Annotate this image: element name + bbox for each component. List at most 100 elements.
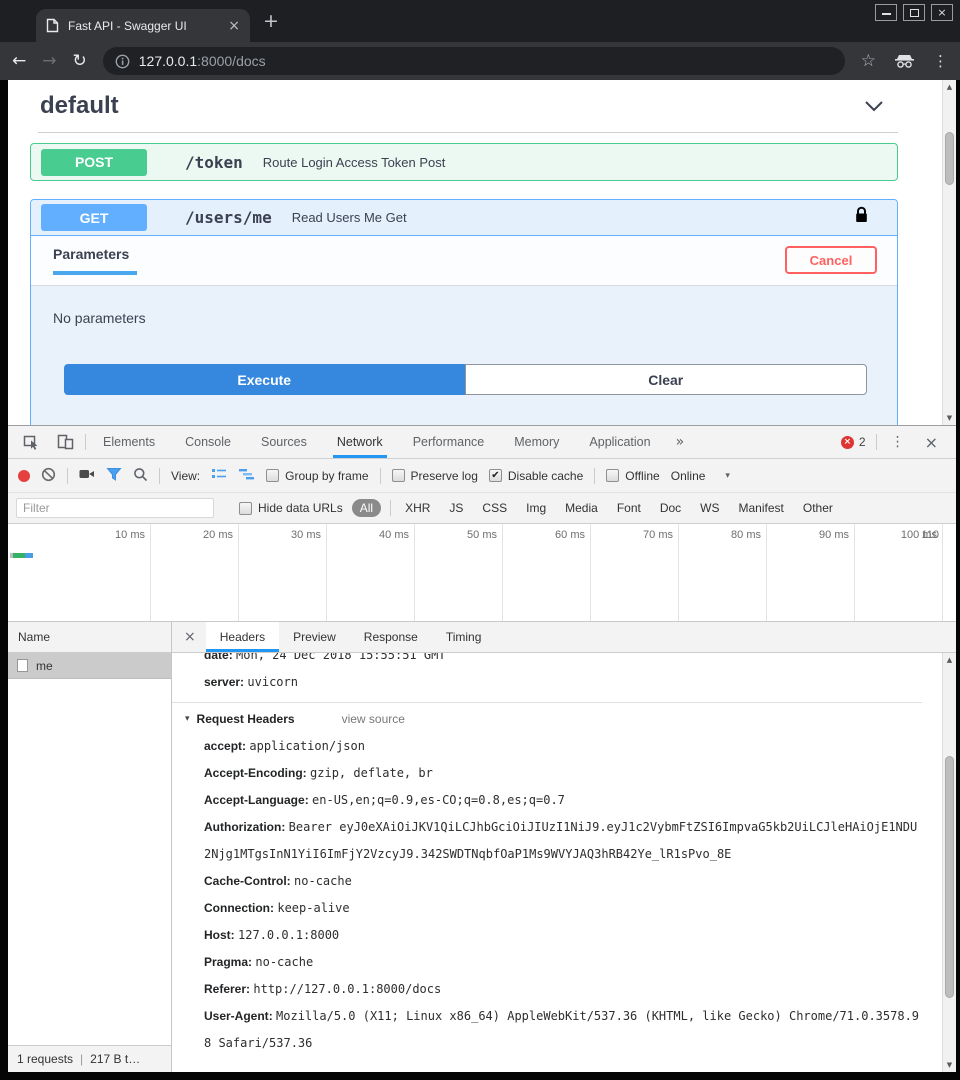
bookmark-star-icon[interactable]: ☆ <box>861 51 876 71</box>
tab-close-icon[interactable]: × <box>228 18 240 34</box>
inspect-element-icon[interactable] <box>16 434 46 450</box>
tab-sources[interactable]: Sources <box>248 426 320 458</box>
capture-screenshots-icon[interactable] <box>79 468 95 483</box>
timeline-tick: 40 ms <box>327 524 415 621</box>
section-title: Request Headers <box>197 706 295 733</box>
window-maximize-button[interactable] <box>903 4 925 21</box>
filter-type-other[interactable]: Other <box>798 501 838 515</box>
cancel-button[interactable]: Cancel <box>785 246 877 274</box>
preserve-log-checkbox[interactable] <box>392 469 405 482</box>
offline-checkbox[interactable] <box>606 469 619 482</box>
expander-icon: ▾ <box>185 706 190 733</box>
scroll-up-icon[interactable]: ▲ <box>943 656 956 664</box>
console-error-badge[interactable]: × 2 <box>841 435 866 449</box>
tab-preview[interactable]: Preview <box>279 622 350 652</box>
auth-lock-icon[interactable] <box>854 205 869 230</box>
address-bar[interactable]: 127.0.0.1:8000/docs <box>103 47 845 75</box>
back-icon[interactable]: ← <box>12 53 26 70</box>
throttling-dropdown[interactable]: Online ▾ <box>671 469 730 483</box>
clear-button[interactable]: Clear <box>465 364 868 395</box>
request-header-row: Cache-Controlno-cache <box>204 868 922 895</box>
request-row-me[interactable]: me <box>8 653 171 679</box>
section-collapse-chevron-icon[interactable] <box>864 100 884 112</box>
separator <box>390 500 391 516</box>
disable-cache-option[interactable]: ✔ Disable cache <box>489 469 583 483</box>
section-divider <box>38 132 898 133</box>
headers-scrollbar-thumb[interactable] <box>945 756 954 998</box>
filter-type-font[interactable]: Font <box>612 501 646 515</box>
group-by-frame-option[interactable]: Group by frame <box>266 469 368 483</box>
forward-icon[interactable]: → <box>42 53 56 70</box>
view-waterfall-icon[interactable] <box>238 467 255 484</box>
offline-option[interactable]: Offline <box>606 469 659 483</box>
group-by-frame-checkbox[interactable] <box>266 469 279 482</box>
tab-response[interactable]: Response <box>350 622 432 652</box>
preserve-log-option[interactable]: Preserve log <box>392 469 478 483</box>
timeline-tick: 60 ms <box>503 524 591 621</box>
filter-type-all[interactable]: All <box>352 499 381 517</box>
filter-icon[interactable] <box>106 467 122 485</box>
page-info-icon[interactable] <box>115 54 130 69</box>
hide-data-urls-option[interactable]: Hide data URLs <box>239 501 343 515</box>
tab-network[interactable]: Network <box>324 426 396 458</box>
devtools-close-icon[interactable]: × <box>919 433 944 452</box>
view-source-link[interactable]: view source <box>342 706 405 733</box>
separator <box>594 468 595 484</box>
filter-type-ws[interactable]: WS <box>695 501 724 515</box>
filter-type-img[interactable]: Img <box>521 501 551 515</box>
filter-type-xhr[interactable]: XHR <box>400 501 435 515</box>
tab-elements[interactable]: Elements <box>90 426 168 458</box>
scroll-up-icon[interactable]: ▲ <box>943 83 956 91</box>
incognito-icon <box>894 54 915 68</box>
endpoint-summary: Read Users Me Get <box>292 210 407 225</box>
reload-icon[interactable]: ↻ <box>73 53 87 70</box>
request-list-empty-area <box>8 679 171 1045</box>
request-headers-section-header[interactable]: ▾ Request Headers view source <box>185 706 922 733</box>
page-scrollbar-thumb[interactable] <box>945 132 954 185</box>
network-filter-bar: Hide data URLs All XHR JS CSS Img Media … <box>8 493 956 524</box>
filter-input[interactable] <box>16 498 214 518</box>
disable-cache-checkbox[interactable]: ✔ <box>489 469 502 482</box>
tab-parameters[interactable]: Parameters <box>53 246 137 262</box>
devtools-menu-icon[interactable]: ⋮ <box>887 434 909 450</box>
tab-memory[interactable]: Memory <box>501 426 572 458</box>
request-header-row: User-AgentMozilla/5.0 (X11; Linux x86_64… <box>204 1003 922 1057</box>
browser-tab[interactable]: Fast API - Swagger UI × <box>36 9 250 42</box>
tab-application[interactable]: Application <box>576 426 663 458</box>
filter-type-doc[interactable]: Doc <box>655 501 686 515</box>
separator <box>159 468 160 484</box>
tab-console[interactable]: Console <box>172 426 244 458</box>
url-text: 127.0.0.1:8000/docs <box>139 53 266 69</box>
view-list-icon[interactable] <box>211 467 227 484</box>
search-icon[interactable] <box>133 467 148 485</box>
browser-menu-icon[interactable]: ⋮ <box>933 52 948 70</box>
window-close-button[interactable]: × <box>931 4 953 21</box>
filter-type-css[interactable]: CSS <box>477 501 512 515</box>
scroll-down-icon[interactable]: ▼ <box>943 1061 956 1069</box>
filter-type-js[interactable]: JS <box>444 501 468 515</box>
headers-scrollbar[interactable]: ▲ ▼ <box>942 653 956 1072</box>
network-timeline-overview[interactable]: 10 ms 20 ms 30 ms 40 ms 50 ms 60 ms 70 m… <box>8 524 956 622</box>
execute-button[interactable]: Execute <box>64 364 465 395</box>
page-scrollbar[interactable]: ▲ ▼ <box>942 80 956 425</box>
browser-tabstrip: Fast API - Swagger UI × + × <box>0 0 960 42</box>
record-button[interactable] <box>18 470 30 482</box>
filter-type-manifest[interactable]: Manifest <box>734 501 789 515</box>
tab-performance[interactable]: Performance <box>400 426 498 458</box>
more-tabs-icon[interactable]: » <box>668 434 693 450</box>
new-tab-button[interactable]: + <box>263 10 279 32</box>
tab-timing[interactable]: Timing <box>432 622 496 652</box>
endpoint-header[interactable]: GET /users/me Read Users Me Get <box>31 200 897 236</box>
device-toolbar-icon[interactable] <box>50 434 81 450</box>
window-minimize-button[interactable] <box>875 4 897 21</box>
filter-type-media[interactable]: Media <box>560 501 603 515</box>
hide-data-urls-checkbox[interactable] <box>239 502 252 515</box>
minimize-icon <box>882 10 891 15</box>
clear-requests-icon[interactable] <box>41 467 56 485</box>
endpoint-post-token[interactable]: POST /token Route Login Access Token Pos… <box>30 143 898 181</box>
name-column-header[interactable]: Name <box>8 622 171 653</box>
tab-headers[interactable]: Headers <box>206 622 279 652</box>
section-divider <box>172 702 922 703</box>
detail-close-icon[interactable]: × <box>172 622 206 652</box>
scroll-down-icon[interactable]: ▼ <box>943 414 956 422</box>
